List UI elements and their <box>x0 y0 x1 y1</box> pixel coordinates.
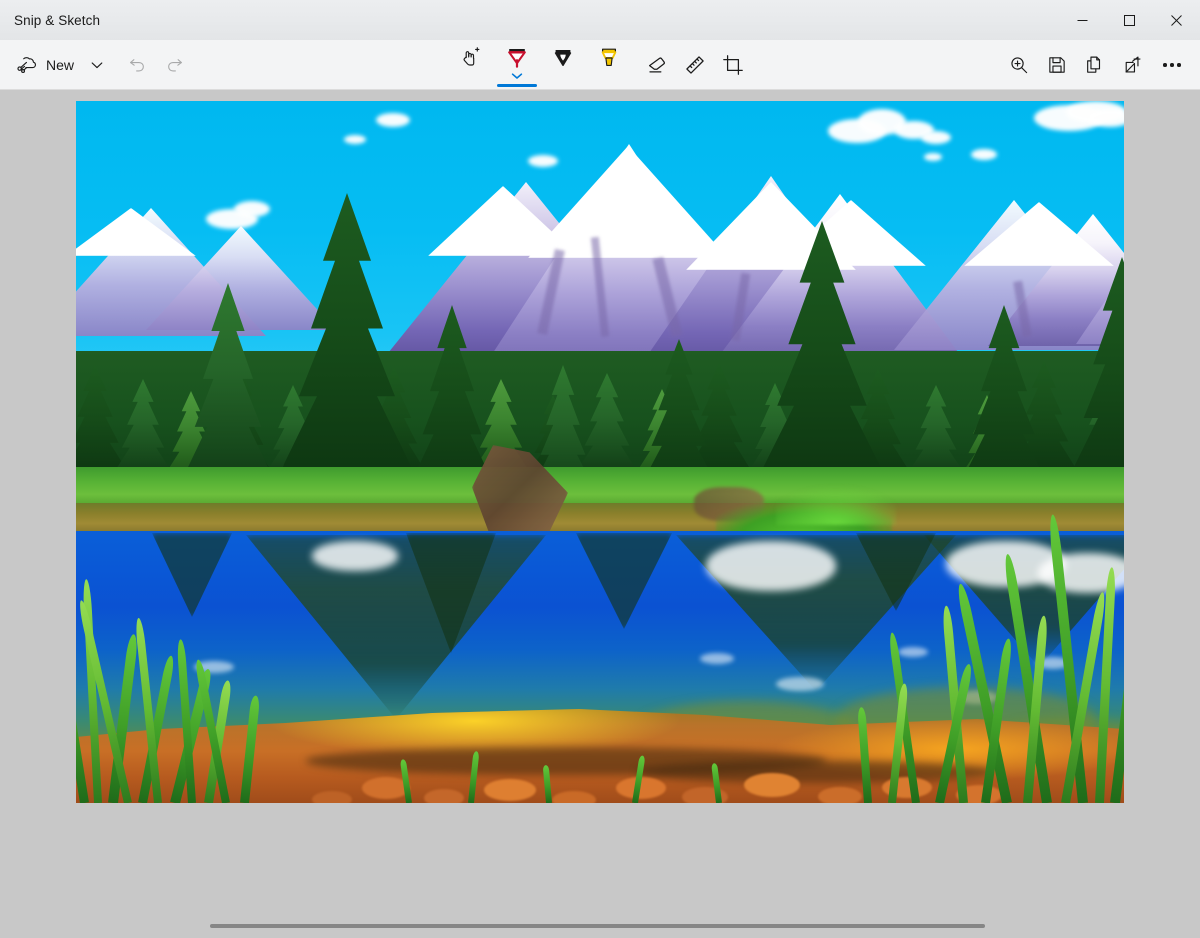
zoom-in-magnifier-icon <box>1011 57 1028 74</box>
close-button[interactable] <box>1153 0 1200 40</box>
more-options-button[interactable] <box>1152 46 1192 84</box>
close-icon <box>1171 14 1182 26</box>
ruler-icon <box>686 56 704 74</box>
foreground-grass-mid <box>376 743 796 803</box>
tool-highlighter[interactable] <box>586 40 632 90</box>
tool-pencil[interactable] <box>540 40 586 90</box>
toolbar-actions-group <box>1000 40 1192 90</box>
foreground-grass-right <box>844 503 1124 803</box>
crop-icon <box>723 55 743 75</box>
snow-reflection <box>706 541 836 591</box>
zoom-button[interactable] <box>1000 46 1038 84</box>
share-button[interactable] <box>1114 46 1152 84</box>
minimize-button[interactable] <box>1059 0 1106 40</box>
maximize-icon <box>1124 14 1135 26</box>
main-toolbar: New <box>0 40 1200 90</box>
hero-tree-group <box>76 101 1124 501</box>
evergreen-tree-tall <box>272 193 422 501</box>
minimize-icon <box>1077 19 1088 21</box>
evergreen-tree-tall <box>1062 257 1124 501</box>
highlighter-icon <box>601 48 617 66</box>
share-arrow-icon <box>1125 56 1141 73</box>
ballpoint-pen-icon <box>508 49 526 68</box>
chevron-down-icon <box>511 72 523 79</box>
tool-touch-writing[interactable] <box>448 40 494 90</box>
ballpoint-pen-options-chevron[interactable] <box>511 71 523 80</box>
horizontal-scrollbar-track[interactable] <box>0 922 1200 930</box>
canvas-area[interactable] <box>0 90 1200 938</box>
water-glint <box>700 653 734 664</box>
title-bar: Snip & Sketch <box>0 0 1200 40</box>
eraser-icon <box>648 57 665 73</box>
snow-reflection <box>312 541 398 571</box>
window-title: Snip & Sketch <box>14 12 101 28</box>
save-button[interactable] <box>1038 46 1076 84</box>
tool-ruler[interactable] <box>676 46 714 84</box>
selected-tool-indicator <box>497 84 537 87</box>
pencil-tool-icon <box>554 50 572 66</box>
snip-and-sketch-window: Snip & Sketch New <box>0 0 1200 938</box>
evergreen-tree-tall <box>752 221 892 501</box>
river-rock <box>312 791 352 803</box>
snipped-image-content <box>76 101 1124 803</box>
touch-writing-icon <box>463 47 480 66</box>
caption-button-group <box>1059 0 1200 40</box>
copy-button[interactable] <box>1076 46 1114 84</box>
more-ellipsis-icon <box>1163 63 1167 67</box>
tool-crop[interactable] <box>714 46 752 84</box>
snipped-image[interactable] <box>76 101 1124 803</box>
foreground-grass-left <box>76 543 266 803</box>
tool-ballpoint-pen[interactable] <box>494 40 540 90</box>
maximize-button[interactable] <box>1106 0 1153 40</box>
tool-eraser[interactable] <box>638 46 676 84</box>
water-glint <box>776 677 824 691</box>
save-floppy-icon <box>1049 57 1065 73</box>
copy-pages-icon <box>1087 56 1101 73</box>
horizontal-scrollbar-thumb[interactable] <box>210 924 985 928</box>
